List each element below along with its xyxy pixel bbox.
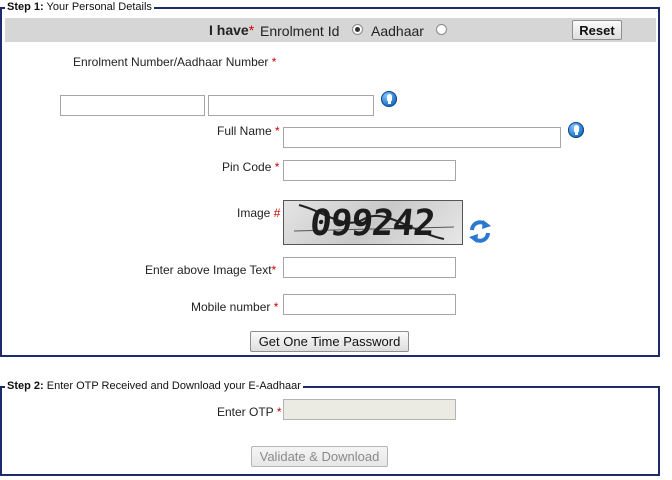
mobile-number-label-text: Mobile number (191, 300, 271, 314)
captcha-input-required-mark: * (271, 263, 277, 277)
option-aadhaar-label: Aadhaar (371, 23, 424, 39)
otp-required-mark: * (276, 405, 282, 419)
i-have-required-mark: * (248, 22, 255, 38)
mobile-number-label: Mobile number * (191, 300, 278, 314)
enrolment-number-input-2[interactable] (208, 95, 374, 116)
captcha-input-label: Enter above Image Text* (145, 263, 276, 277)
step2-legend: Step 2: Enter OTP Received and Download … (5, 379, 303, 393)
pin-code-label: Pin Code * (222, 160, 279, 174)
radio-enrolment[interactable] (352, 24, 363, 35)
i-have-label: I have* (209, 22, 254, 38)
help-icon[interactable] (568, 122, 584, 138)
step2-legend-bold: Step 2: (7, 380, 44, 392)
mobile-required-mark: * (273, 300, 279, 314)
step1-legend: Step 1: Your Personal Details (5, 0, 154, 14)
image-label-text: Image (237, 206, 271, 220)
enrolment-number-label-text: Enrolment Number/Aadhaar Number (73, 55, 269, 69)
full-name-input[interactable] (283, 127, 561, 148)
enrolment-number-label: Enrolment Number/Aadhaar Number * (73, 55, 276, 69)
otp-label-text: Enter OTP (217, 405, 274, 419)
full-name-label: Full Name * (217, 124, 280, 138)
pin-code-label-text: Pin Code (222, 160, 272, 174)
otp-label: Enter OTP * (217, 405, 281, 419)
image-mark: # (273, 206, 281, 220)
i-have-text: I have (209, 22, 249, 38)
get-otp-button[interactable]: Get One Time Password (250, 331, 409, 352)
enrolment-required-mark: * (271, 55, 277, 69)
step2-legend-text: Enter OTP Received and Download your E-A… (43, 380, 301, 392)
captcha-image: 099242 (283, 200, 463, 245)
radio-aadhaar[interactable] (436, 24, 447, 35)
captcha-text: 099242 (307, 203, 437, 244)
image-label: Image # (237, 206, 280, 220)
captcha-input-label-text: Enter above Image Text (145, 263, 272, 277)
captcha-input[interactable] (283, 257, 456, 278)
step1-legend-bold: Step 1: (7, 1, 44, 13)
mobile-number-input[interactable] (283, 294, 456, 315)
full-name-required-mark: * (275, 124, 280, 138)
option-enrolment-label: Enrolment Id (260, 23, 340, 39)
refresh-icon[interactable] (468, 218, 492, 244)
otp-input[interactable] (283, 399, 456, 420)
pin-code-required-mark: * (274, 160, 280, 174)
enrolment-number-input-1[interactable] (60, 95, 205, 116)
pin-code-input[interactable] (283, 160, 456, 181)
reset-button[interactable]: Reset (572, 20, 622, 40)
full-name-label-text: Full Name (217, 124, 272, 138)
validate-download-button[interactable]: Validate & Download (251, 446, 388, 467)
help-icon[interactable] (381, 91, 397, 107)
step1-legend-text: Your Personal Details (43, 1, 152, 13)
